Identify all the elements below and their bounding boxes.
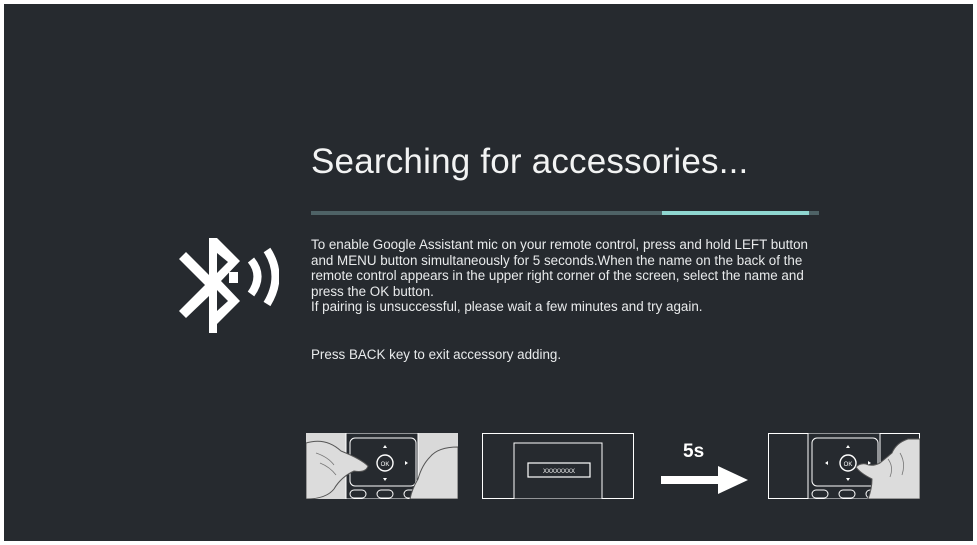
bluetooth-searching-icon <box>174 238 280 338</box>
step2-screen-text: XXXXXXXX <box>543 469 575 475</box>
hold-duration-label: 5s <box>683 441 705 462</box>
step1-ok-label: OK <box>381 462 390 468</box>
step3-ok-label: OK <box>844 462 853 468</box>
hold-duration-arrow: 5s <box>656 441 751 494</box>
step3-press-ok-illustration: OK <box>768 433 920 499</box>
pairing-instructions: To enable Google Assistant mic on your r… <box>311 237 816 315</box>
pairing-screen: Searching for accessories... To enable G… <box>4 4 973 541</box>
step2-name-on-screen-illustration: XXXXXXXX <box>482 433 634 499</box>
instruction-text: To enable Google Assistant mic on your r… <box>311 237 808 299</box>
search-progress-bar <box>311 211 819 215</box>
retry-hint-text: If pairing is unsuccessful, please wait … <box>311 299 703 314</box>
step1-press-buttons-illustration: OK <box>306 433 458 499</box>
back-key-hint: Press BACK key to exit accessory adding. <box>311 347 562 362</box>
arrow-right-icon <box>661 466 748 494</box>
search-progress-fill <box>661 211 809 215</box>
page-title: Searching for accessories... <box>311 142 749 181</box>
